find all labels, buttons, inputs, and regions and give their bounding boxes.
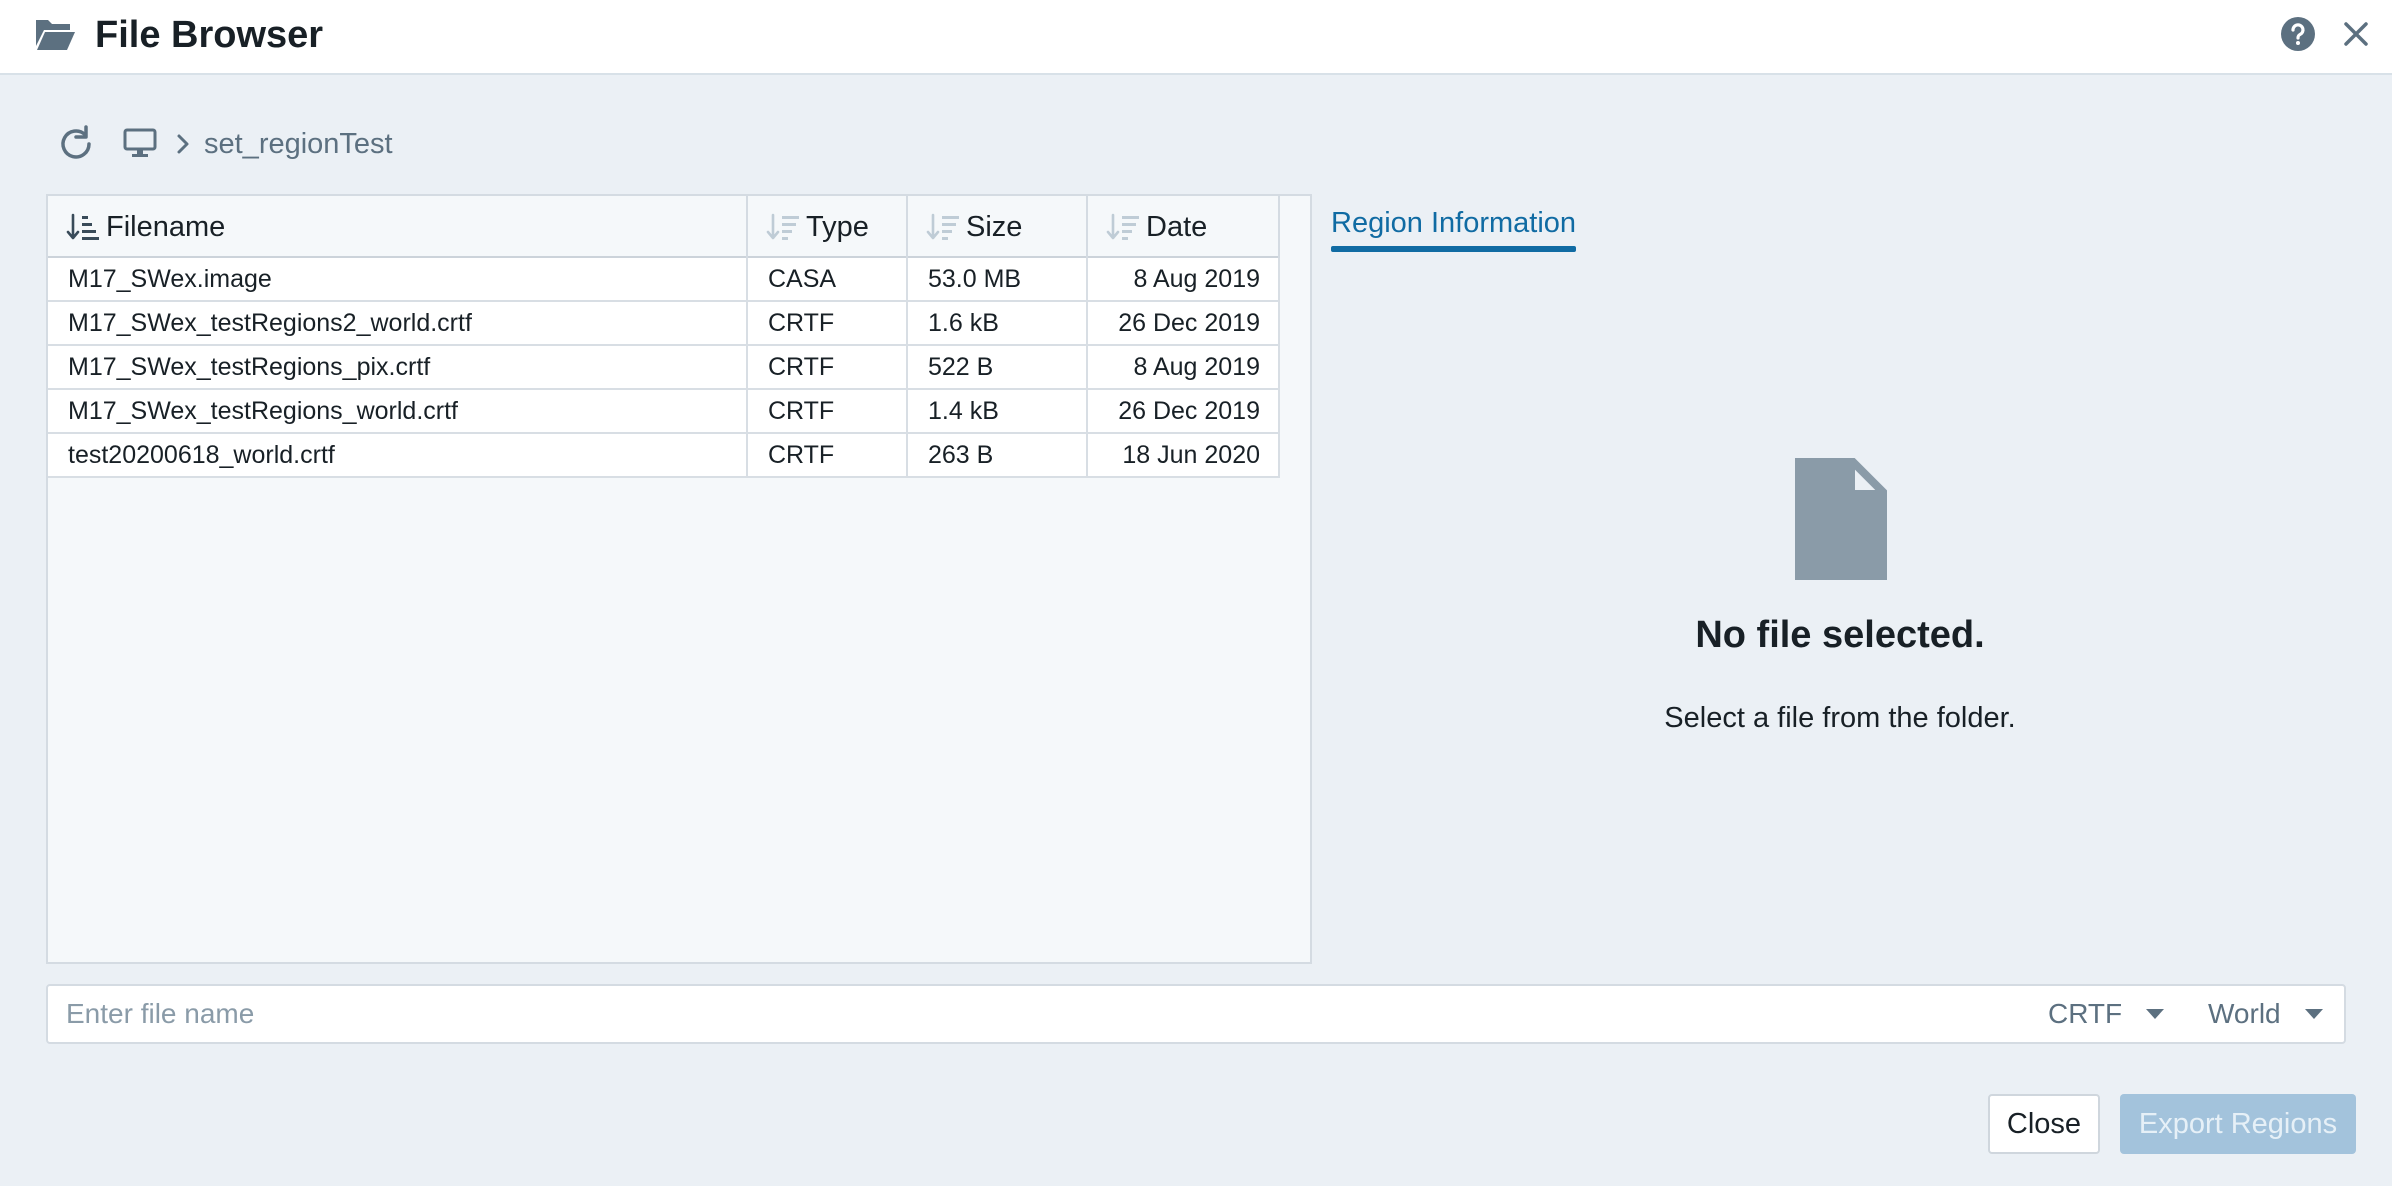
cell-type: CASA bbox=[748, 258, 908, 300]
coordinate-select[interactable]: World bbox=[2208, 994, 2323, 1034]
chevron-right-icon bbox=[177, 134, 189, 154]
cell-type: CRTF bbox=[748, 302, 908, 344]
close-button[interactable]: Close bbox=[1988, 1094, 2100, 1154]
cell-date: 8 Aug 2019 bbox=[1088, 258, 1280, 300]
column-label: Filename bbox=[106, 210, 226, 243]
cell-date: 26 Dec 2019 bbox=[1088, 302, 1280, 344]
dialog-title: File Browser bbox=[95, 14, 324, 56]
format-select[interactable]: CRTF bbox=[2048, 994, 2165, 1034]
help-icon[interactable] bbox=[2280, 16, 2316, 52]
table-row[interactable]: M17_SWex.image CASA 53.0 MB 8 Aug 2019 bbox=[48, 258, 1280, 302]
cell-date: 8 Aug 2019 bbox=[1088, 346, 1280, 388]
computer-icon[interactable] bbox=[123, 126, 157, 160]
column-label: Size bbox=[966, 210, 1023, 243]
table-row[interactable]: M17_SWex_testRegions_world.crtf CRTF 1.4… bbox=[48, 390, 1280, 434]
empty-state-title: No file selected. bbox=[1695, 614, 1985, 656]
close-icon[interactable] bbox=[2340, 18, 2372, 50]
format-select-value: CRTF bbox=[2048, 998, 2123, 1029]
sort-ascending-icon bbox=[66, 213, 99, 240]
cell-filename: M17_SWex_testRegions_world.crtf bbox=[48, 390, 748, 432]
sort-icon bbox=[1106, 213, 1139, 240]
active-tab-indicator bbox=[1331, 246, 1576, 252]
folder-open-icon bbox=[36, 20, 75, 50]
column-header-size[interactable]: Size bbox=[908, 196, 1088, 258]
cell-filename: M17_SWex_testRegions2_world.crtf bbox=[48, 302, 748, 344]
cell-size: 1.6 kB bbox=[908, 302, 1088, 344]
export-regions-button[interactable]: Export Regions bbox=[2120, 1094, 2356, 1154]
cell-size: 1.4 kB bbox=[908, 390, 1088, 432]
cell-filename: M17_SWex.image bbox=[48, 258, 748, 300]
column-label: Type bbox=[806, 210, 869, 243]
cell-type: CRTF bbox=[748, 346, 908, 388]
refresh-icon[interactable] bbox=[56, 124, 96, 164]
export-input-group: CRTF World bbox=[46, 984, 2346, 1044]
cell-filename: test20200618_world.crtf bbox=[48, 434, 748, 476]
column-header-date[interactable]: Date bbox=[1088, 196, 1280, 258]
table-header: Filename Type Size Date bbox=[48, 196, 1280, 258]
cell-type: CRTF bbox=[748, 434, 908, 476]
table-row[interactable]: M17_SWex_testRegions2_world.crtf CRTF 1.… bbox=[48, 302, 1280, 346]
sort-icon bbox=[926, 213, 959, 240]
dialog-header: File Browser bbox=[0, 0, 2392, 75]
tab-region-information[interactable]: Region Information bbox=[1331, 203, 1576, 243]
caret-down-icon bbox=[2146, 1009, 2165, 1019]
breadcrumb-current-folder[interactable]: set_regionTest bbox=[204, 124, 393, 164]
coordinate-select-value: World bbox=[2208, 998, 2281, 1029]
column-label: Date bbox=[1146, 210, 1208, 243]
filename-input[interactable] bbox=[66, 994, 2026, 1034]
caret-down-icon bbox=[2304, 1009, 2323, 1019]
table-row[interactable]: test20200618_world.crtf CRTF 263 B 18 Ju… bbox=[48, 434, 1280, 478]
empty-state-description: Select a file from the folder. bbox=[1664, 702, 2016, 734]
file-list-panel: Filename Type Size Date M17_SWex.image C… bbox=[46, 194, 1312, 964]
cell-size: 522 B bbox=[908, 346, 1088, 388]
column-header-filename[interactable]: Filename bbox=[48, 196, 748, 258]
sort-icon bbox=[766, 213, 799, 240]
table-row[interactable]: M17_SWex_testRegions_pix.crtf CRTF 522 B… bbox=[48, 346, 1280, 390]
cell-date: 18 Jun 2020 bbox=[1088, 434, 1280, 476]
cell-size: 263 B bbox=[908, 434, 1088, 476]
cell-date: 26 Dec 2019 bbox=[1088, 390, 1280, 432]
cell-size: 53.0 MB bbox=[908, 258, 1088, 300]
cell-type: CRTF bbox=[748, 390, 908, 432]
cell-filename: M17_SWex_testRegions_pix.crtf bbox=[48, 346, 748, 388]
file-table: Filename Type Size Date M17_SWex.image C… bbox=[48, 196, 1280, 478]
column-header-type[interactable]: Type bbox=[748, 196, 908, 258]
document-icon bbox=[1795, 458, 1887, 580]
